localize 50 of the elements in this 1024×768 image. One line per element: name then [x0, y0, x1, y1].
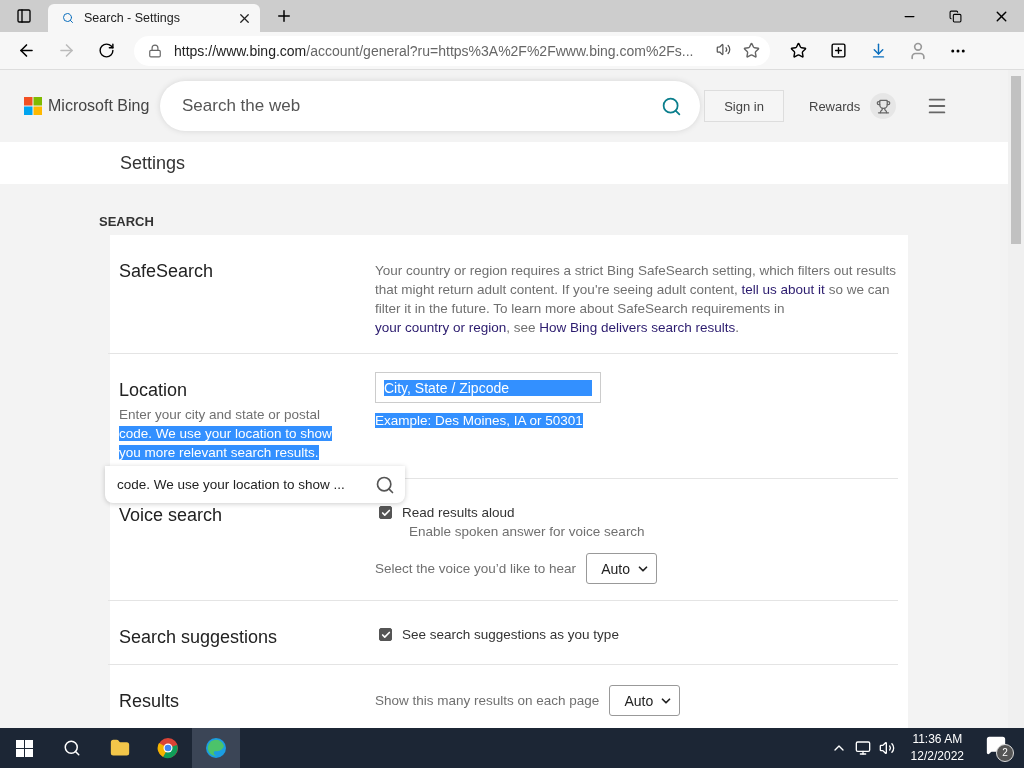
section-heading: SEARCH: [99, 214, 155, 229]
sign-in-button[interactable]: Sign in: [704, 90, 784, 122]
search-bar[interactable]: Search the web: [160, 81, 700, 131]
favorites-icon[interactable]: [789, 42, 807, 59]
setting-label: Results: [119, 691, 181, 712]
search-popup[interactable]: code. We use your location to show ...: [105, 466, 405, 503]
example-text: Example: Des Moines, IA or 50301: [375, 413, 583, 428]
clock[interactable]: 11:36 AM 12/2/2022: [910, 731, 964, 765]
checkbox-note: Enable spoken answer for voice search: [409, 524, 645, 539]
profile-icon[interactable]: [908, 40, 928, 61]
search-icon[interactable]: [375, 474, 395, 495]
browser-tab[interactable]: Search - Settings: [48, 4, 260, 32]
volume-icon[interactable]: [878, 740, 895, 756]
setting-label: Voice search: [119, 505, 224, 526]
read-aloud-icon[interactable]: [716, 41, 731, 57]
location-field[interactable]: City, State / Zipcode: [375, 372, 601, 403]
logo-text: Microsoft Bing: [48, 97, 150, 115]
refresh-icon[interactable]: [97, 42, 115, 59]
checkbox[interactable]: [379, 506, 392, 519]
search-input[interactable]: Search the web: [180, 95, 661, 117]
checkbox[interactable]: [379, 628, 392, 641]
select-dropdown[interactable]: Auto: [586, 553, 657, 584]
select-dropdown[interactable]: Auto: [609, 685, 681, 716]
logo-icon: [24, 97, 42, 115]
select-label: Show this many results on each page: [375, 693, 600, 708]
setting-label: SafeSearch: [119, 261, 215, 282]
lock-icon: [148, 43, 162, 58]
checkbox-label: Read results aloud: [402, 505, 515, 520]
trophy-icon[interactable]: [870, 93, 897, 119]
folder-icon[interactable]: [110, 738, 130, 758]
link[interactable]: tell us about it: [741, 282, 825, 297]
rewards-link[interactable]: Rewards: [809, 98, 861, 114]
select-label: Select the voice you’d like to hear: [375, 561, 577, 576]
search-icon[interactable]: [63, 739, 81, 757]
address-bar[interactable]: https://www.bing.com/account/general?ru=https%3A%2F%2Fwww.bing.com%2Fs...: [134, 35, 770, 66]
windows-icon[interactable]: [15, 739, 33, 757]
setting-description: Your country or region requires a strict Bing SafeSearch setting, which filters out results that might return adult content. If you're seeing adult content, tell us about it so we can filter it in the future. To learn more about SafeSearch requirements in your country or region, see How Bing delivers search results.: [375, 262, 897, 337]
network-icon[interactable]: [854, 740, 871, 756]
setting-label: Location: [119, 380, 188, 401]
edge-icon[interactable]: [205, 737, 227, 759]
new-tab-icon[interactable]: [275, 7, 293, 25]
search-icon: [62, 12, 74, 24]
collections-icon[interactable]: [829, 42, 847, 59]
star-icon[interactable]: [743, 42, 760, 59]
restore-icon[interactable]: [948, 9, 962, 23]
page-title: Settings: [120, 152, 186, 174]
browser-icon[interactable]: [157, 737, 179, 759]
setting-label: Search suggestions: [119, 627, 279, 648]
checkbox-label: See search suggestions as you type: [402, 627, 619, 642]
tab-actions-icon[interactable]: [16, 8, 32, 24]
